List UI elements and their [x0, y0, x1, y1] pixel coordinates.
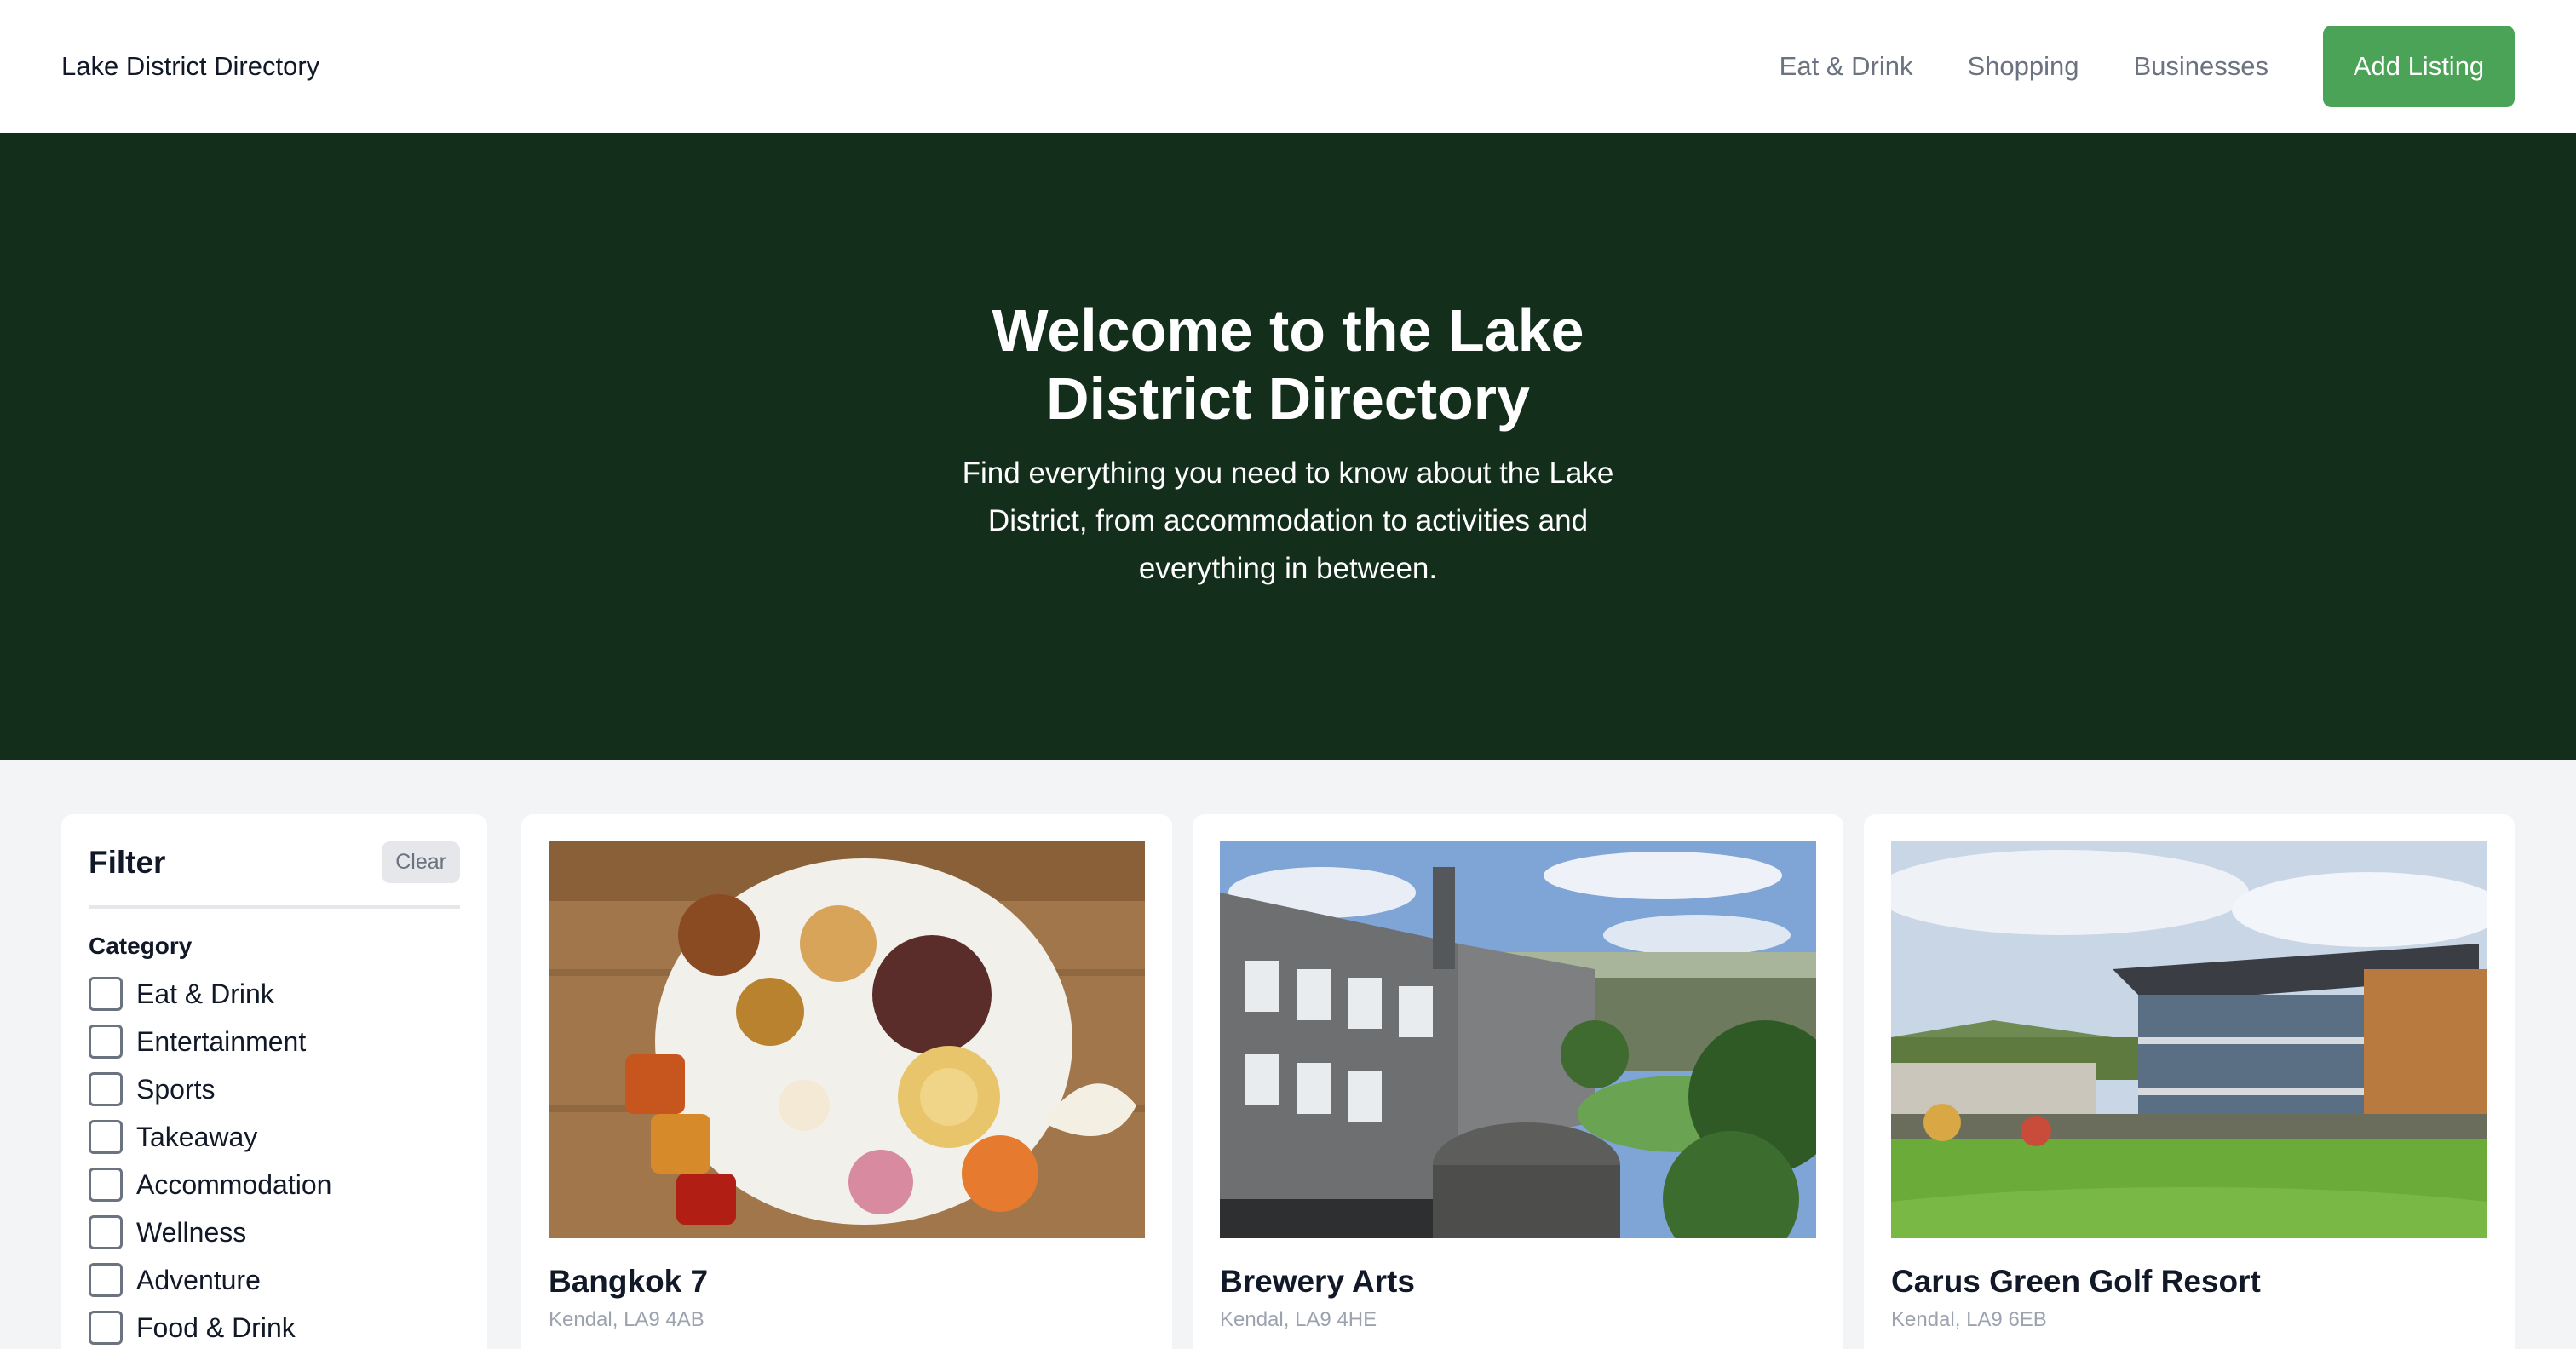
add-listing-button[interactable]: Add Listing [2323, 26, 2515, 107]
category-checkbox[interactable] [89, 1025, 123, 1059]
listing-image[interactable] [1891, 841, 2487, 1238]
listing-card[interactable]: Brewery Arts Kendal, LA9 4HE [1193, 814, 1843, 1349]
listing-title[interactable]: Brewery Arts [1220, 1264, 1816, 1300]
category-option-label: Sports [136, 1073, 216, 1105]
category-option-takeaway[interactable]: Takeaway [89, 1113, 460, 1161]
nav-link-shopping[interactable]: Shopping [1967, 51, 2079, 82]
top-navbar: Lake District Directory Eat & Drink Shop… [0, 0, 2576, 133]
category-option-adventure[interactable]: Adventure [89, 1256, 460, 1304]
category-option-label: Eat & Drink [136, 978, 274, 1009]
hero-subtitle: Find everything you need to know about t… [962, 456, 1614, 585]
category-checkbox[interactable] [89, 977, 123, 1011]
category-checkbox[interactable] [89, 1215, 123, 1249]
category-option-entertainment[interactable]: Entertainment [89, 1018, 460, 1065]
nav-link-eat-drink[interactable]: Eat & Drink [1780, 51, 1913, 82]
category-option-food-drink[interactable]: Food & Drink [89, 1304, 460, 1349]
category-option-eat-drink[interactable]: Eat & Drink [89, 970, 460, 1018]
listings-section: Filter Clear Category Eat & Drink Entert… [0, 760, 2576, 1349]
hero-banner: Welcome to the Lake District Directory F… [0, 133, 2576, 760]
main-nav: Eat & Drink Shopping Businesses Add List… [1780, 26, 2515, 107]
listing-location: Kendal, LA9 6EB [1891, 1308, 2047, 1331]
category-option-label: Takeaway [136, 1121, 258, 1152]
category-checkbox[interactable] [89, 1263, 123, 1297]
category-option-accommodation[interactable]: Accommodation [89, 1161, 460, 1208]
listing-image[interactable] [549, 841, 1145, 1238]
listing-location: Kendal, LA9 4HE [1220, 1308, 1377, 1331]
listing-location: Kendal, LA9 4AB [549, 1308, 704, 1331]
category-checkbox[interactable] [89, 1120, 123, 1154]
category-checkbox[interactable] [89, 1311, 123, 1345]
category-option-label: Adventure [136, 1264, 261, 1295]
filter-panel: Filter Clear Category Eat & Drink Entert… [61, 814, 487, 1349]
category-label: Category [89, 933, 193, 959]
listing-title[interactable]: Carus Green Golf Resort [1891, 1264, 2487, 1300]
category-option-label: Entertainment [136, 1025, 307, 1057]
category-option-sports[interactable]: Sports [89, 1065, 460, 1113]
category-option-label: Accommodation [136, 1168, 332, 1200]
brand-link[interactable]: Lake District Directory [61, 51, 319, 82]
listing-title[interactable]: Bangkok 7 [549, 1264, 1145, 1300]
nav-link-businesses[interactable]: Businesses [2133, 51, 2268, 82]
category-option-wellness[interactable]: Wellness [89, 1208, 460, 1256]
category-option-label: Food & Drink [136, 1312, 296, 1343]
category-checkbox[interactable] [89, 1072, 123, 1106]
filter-header: Filter Clear [89, 841, 460, 909]
listing-image[interactable] [1220, 841, 1816, 1238]
listing-card[interactable]: Bangkok 7 Kendal, LA9 4AB [521, 814, 1172, 1349]
hero-title: Welcome to the Lake District Directory [992, 297, 1584, 432]
clear-filter-button[interactable]: Clear [382, 841, 460, 883]
filter-title: Filter [89, 844, 166, 880]
category-option-label: Wellness [136, 1216, 247, 1248]
listing-card[interactable]: Carus Green Golf Resort Kendal, LA9 6EB [1864, 814, 2515, 1349]
category-checkbox[interactable] [89, 1168, 123, 1202]
